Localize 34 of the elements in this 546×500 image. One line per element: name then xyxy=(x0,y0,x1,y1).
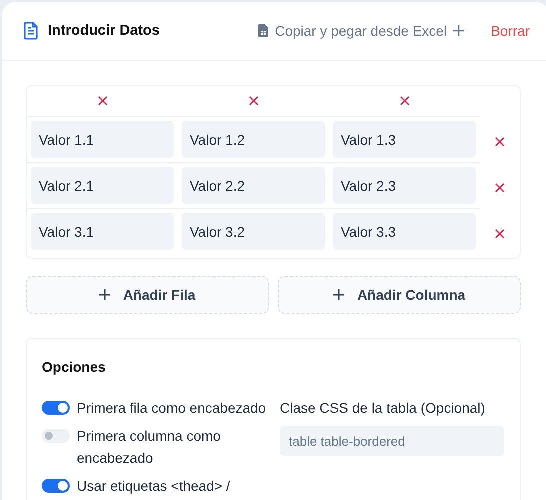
cell-input[interactable]: Valor 2.3 xyxy=(333,167,476,204)
delete-row-icon[interactable] xyxy=(495,182,505,192)
delete-row-icon[interactable] xyxy=(495,136,505,146)
field-label: Clase CSS de la tabla (Opcional) xyxy=(280,399,486,418)
delete-column-icon[interactable] xyxy=(248,96,258,106)
plus-icon xyxy=(99,289,112,301)
cell-input[interactable]: Valor 1.3 xyxy=(333,121,476,158)
cell-input[interactable]: Valor 1.2 xyxy=(182,121,325,158)
plus-icon xyxy=(453,25,466,37)
paste-from-excel-button[interactable]: Copiar y pegar desde Excel xyxy=(258,19,466,43)
options-title: Opciones xyxy=(42,359,107,375)
toggle-switch[interactable] xyxy=(42,479,70,493)
toggle-label: Primera fila como encabezado xyxy=(77,399,266,418)
spreadsheet-file-icon xyxy=(258,24,270,38)
cell-input[interactable]: Valor 2.1 xyxy=(31,167,174,204)
cell-input[interactable]: Valor 2.2 xyxy=(182,167,325,204)
plus-icon xyxy=(333,289,346,301)
clear-button[interactable]: Borrar xyxy=(491,19,530,43)
delete-row-icon[interactable] xyxy=(495,228,505,238)
delete-column-icon[interactable] xyxy=(98,96,108,106)
css-class-input[interactable]: table table-bordered xyxy=(280,426,504,456)
add-column-button[interactable]: Añadir Columna xyxy=(278,276,521,314)
cell-input[interactable]: Valor 3.3 xyxy=(333,213,476,250)
add-row-button[interactable]: Añadir Fila xyxy=(26,276,269,314)
toggle-label: Usar etiquetas <thead> / xyxy=(77,477,230,496)
toggle-label: Primera columna como encabezado xyxy=(77,427,222,468)
toggle-switch[interactable] xyxy=(42,429,70,443)
delete-column-icon[interactable] xyxy=(400,96,410,106)
cell-input[interactable]: Valor 1.1 xyxy=(31,121,174,158)
cell-input[interactable]: Valor 3.2 xyxy=(182,213,325,250)
toggle-switch[interactable] xyxy=(42,401,70,415)
document-icon xyxy=(24,22,38,40)
cell-input[interactable]: Valor 3.1 xyxy=(31,213,174,250)
panel-title: Introducir Datos xyxy=(48,23,160,39)
